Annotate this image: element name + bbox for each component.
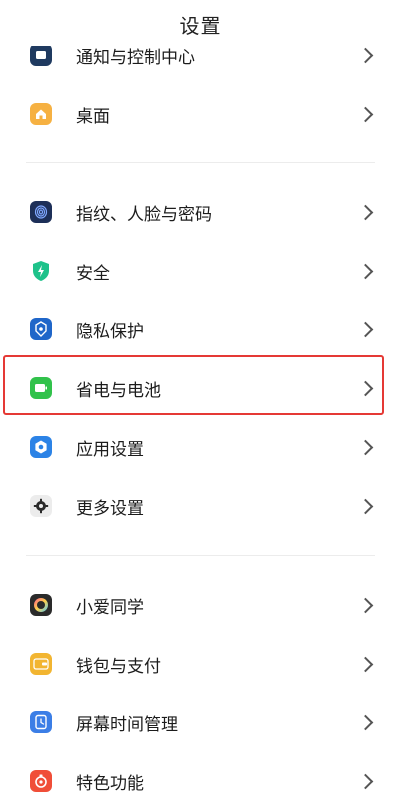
settings-item-security[interactable]: 安全	[0, 242, 401, 300]
settings-item-app-settings[interactable]: 应用设置	[0, 418, 401, 476]
settings-item-xiaoai[interactable]: 小爱同学	[0, 576, 401, 634]
settings-item-label: 应用设置	[76, 439, 144, 460]
chevron-right-icon	[357, 204, 374, 220]
chevron-right-icon	[357, 321, 374, 337]
settings-item-label: 安全	[76, 263, 110, 284]
shield-icon	[30, 260, 52, 282]
settings-item-more-settings[interactable]: 更多设置	[0, 477, 401, 535]
notification-center-icon	[30, 44, 52, 66]
chevron-right-icon	[357, 47, 374, 63]
settings-item-desktop[interactable]: 桌面	[0, 85, 401, 143]
section-divider	[26, 555, 375, 556]
settings-item-label: 隐私保护	[76, 321, 144, 342]
chevron-right-icon	[357, 597, 374, 613]
highlight-box	[3, 355, 384, 415]
chevron-right-icon	[357, 263, 374, 279]
privacy-icon	[30, 318, 52, 340]
settings-item-screen-time[interactable]: 屏幕时间管理	[0, 693, 401, 751]
screen-time-icon	[30, 711, 52, 733]
settings-item-label: 小爱同学	[76, 597, 144, 618]
xiaoai-icon	[30, 594, 52, 616]
settings-item-label: 通知与控制中心	[76, 47, 195, 68]
features-icon	[30, 770, 52, 792]
settings-item-label: 更多设置	[76, 498, 144, 519]
gear-icon	[30, 495, 52, 517]
chevron-right-icon	[357, 498, 374, 514]
chevron-right-icon	[357, 439, 374, 455]
chevron-right-icon	[357, 106, 374, 122]
settings-item-label: 特色功能	[76, 773, 144, 794]
top-bar: 设置	[0, 0, 401, 46]
settings-screen: 设置 通知与控制中心 桌面 指纹、人脸与密码 安全 隐私保护 省电与电池 应用设…	[0, 0, 401, 808]
fingerprint-icon	[30, 201, 52, 223]
chevron-right-icon	[357, 773, 374, 789]
settings-item-label: 指纹、人脸与密码	[76, 204, 212, 225]
settings-item-label: 桌面	[76, 106, 110, 127]
home-icon	[30, 103, 52, 125]
section-divider	[26, 162, 375, 163]
chevron-right-icon	[357, 656, 374, 672]
settings-item-features[interactable]: 特色功能	[0, 752, 401, 808]
settings-item-privacy[interactable]: 隐私保护	[0, 300, 401, 358]
settings-item-wallet[interactable]: 钱包与支付	[0, 635, 401, 693]
page-title: 设置	[179, 13, 222, 38]
app-settings-icon	[30, 436, 52, 458]
wallet-icon	[30, 653, 52, 675]
settings-item-label: 屏幕时间管理	[76, 714, 178, 735]
chevron-right-icon	[357, 714, 374, 730]
settings-item-label: 钱包与支付	[76, 656, 161, 677]
settings-item-fingerprint-face-password[interactable]: 指纹、人脸与密码	[0, 183, 401, 241]
